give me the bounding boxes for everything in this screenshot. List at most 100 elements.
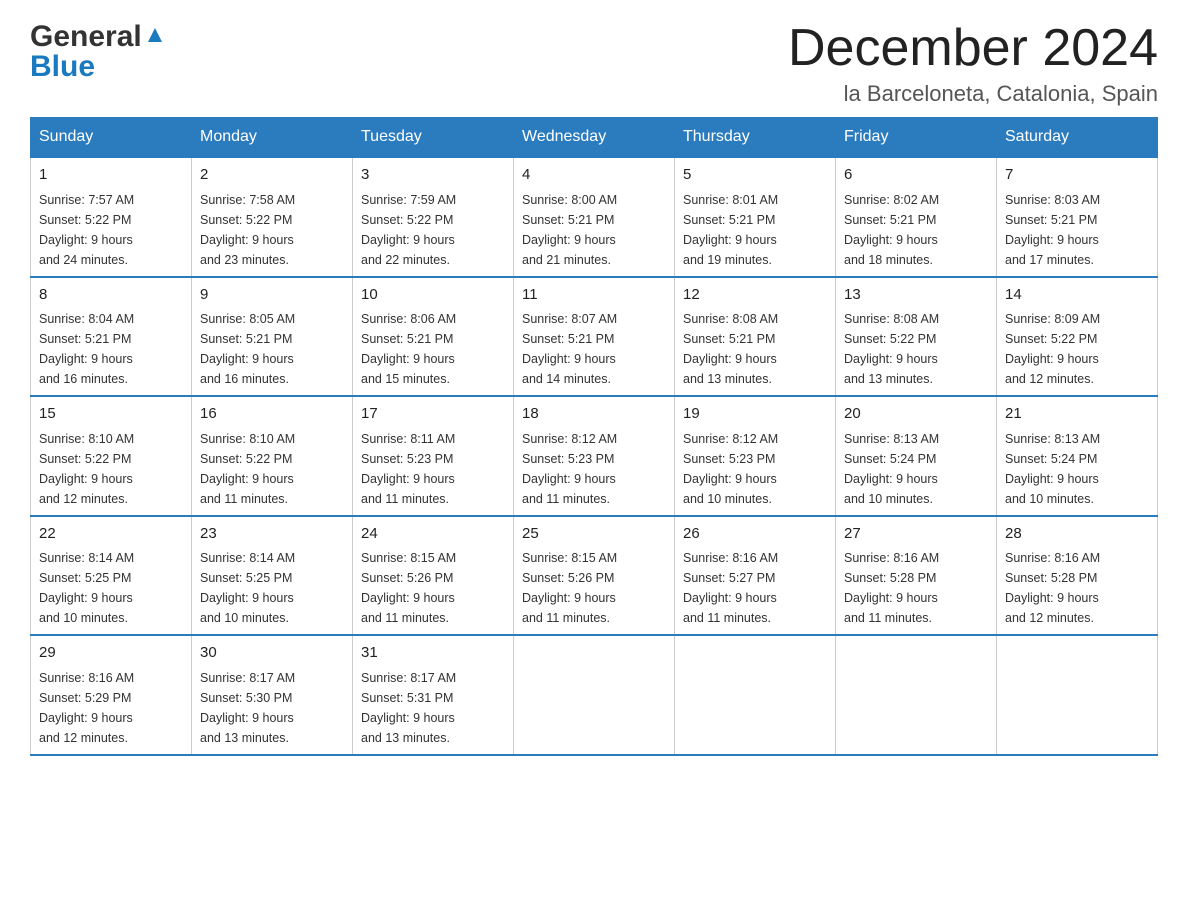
day-number: 16 <box>200 403 344 426</box>
day-info: Sunrise: 8:10 AMSunset: 5:22 PMDaylight:… <box>200 432 295 506</box>
day-info: Sunrise: 8:08 AMSunset: 5:22 PMDaylight:… <box>844 312 939 386</box>
table-row <box>997 635 1158 755</box>
day-info: Sunrise: 8:08 AMSunset: 5:21 PMDaylight:… <box>683 312 778 386</box>
day-number: 1 <box>39 164 183 187</box>
table-row: 31 Sunrise: 8:17 AMSunset: 5:31 PMDaylig… <box>353 635 514 755</box>
table-row: 10 Sunrise: 8:06 AMSunset: 5:21 PMDaylig… <box>353 277 514 397</box>
logo-general-text: General <box>30 20 142 54</box>
day-number: 4 <box>522 164 666 187</box>
day-number: 19 <box>683 403 827 426</box>
col-monday: Monday <box>192 118 353 158</box>
table-row: 1 Sunrise: 7:57 AMSunset: 5:22 PMDayligh… <box>31 157 192 277</box>
calendar-week-row: 15 Sunrise: 8:10 AMSunset: 5:22 PMDaylig… <box>31 396 1158 516</box>
col-wednesday: Wednesday <box>514 118 675 158</box>
day-info: Sunrise: 8:17 AMSunset: 5:31 PMDaylight:… <box>361 671 456 745</box>
table-row: 25 Sunrise: 8:15 AMSunset: 5:26 PMDaylig… <box>514 516 675 636</box>
day-number: 28 <box>1005 523 1149 546</box>
day-number: 31 <box>361 642 505 665</box>
table-row: 23 Sunrise: 8:14 AMSunset: 5:25 PMDaylig… <box>192 516 353 636</box>
day-info: Sunrise: 7:59 AMSunset: 5:22 PMDaylight:… <box>361 193 456 267</box>
day-info: Sunrise: 8:06 AMSunset: 5:21 PMDaylight:… <box>361 312 456 386</box>
table-row: 28 Sunrise: 8:16 AMSunset: 5:28 PMDaylig… <box>997 516 1158 636</box>
table-row: 19 Sunrise: 8:12 AMSunset: 5:23 PMDaylig… <box>675 396 836 516</box>
day-info: Sunrise: 8:15 AMSunset: 5:26 PMDaylight:… <box>361 551 456 625</box>
day-number: 10 <box>361 284 505 307</box>
table-row: 29 Sunrise: 8:16 AMSunset: 5:29 PMDaylig… <box>31 635 192 755</box>
day-number: 6 <box>844 164 988 187</box>
calendar-week-row: 8 Sunrise: 8:04 AMSunset: 5:21 PMDayligh… <box>31 277 1158 397</box>
day-number: 2 <box>200 164 344 187</box>
day-info: Sunrise: 7:57 AMSunset: 5:22 PMDaylight:… <box>39 193 134 267</box>
day-info: Sunrise: 8:13 AMSunset: 5:24 PMDaylight:… <box>1005 432 1100 506</box>
calendar-week-row: 29 Sunrise: 8:16 AMSunset: 5:29 PMDaylig… <box>31 635 1158 755</box>
day-info: Sunrise: 8:05 AMSunset: 5:21 PMDaylight:… <box>200 312 295 386</box>
table-row: 3 Sunrise: 7:59 AMSunset: 5:22 PMDayligh… <box>353 157 514 277</box>
day-number: 8 <box>39 284 183 307</box>
day-number: 17 <box>361 403 505 426</box>
day-number: 5 <box>683 164 827 187</box>
table-row: 26 Sunrise: 8:16 AMSunset: 5:27 PMDaylig… <box>675 516 836 636</box>
table-row: 27 Sunrise: 8:16 AMSunset: 5:28 PMDaylig… <box>836 516 997 636</box>
table-row: 20 Sunrise: 8:13 AMSunset: 5:24 PMDaylig… <box>836 396 997 516</box>
day-number: 3 <box>361 164 505 187</box>
col-friday: Friday <box>836 118 997 158</box>
col-saturday: Saturday <box>997 118 1158 158</box>
day-number: 27 <box>844 523 988 546</box>
day-info: Sunrise: 8:03 AMSunset: 5:21 PMDaylight:… <box>1005 193 1100 267</box>
day-number: 23 <box>200 523 344 546</box>
calendar-week-row: 22 Sunrise: 8:14 AMSunset: 5:25 PMDaylig… <box>31 516 1158 636</box>
day-number: 24 <box>361 523 505 546</box>
day-info: Sunrise: 7:58 AMSunset: 5:22 PMDaylight:… <box>200 193 295 267</box>
day-info: Sunrise: 8:16 AMSunset: 5:27 PMDaylight:… <box>683 551 778 625</box>
day-info: Sunrise: 8:16 AMSunset: 5:28 PMDaylight:… <box>844 551 939 625</box>
day-number: 15 <box>39 403 183 426</box>
calendar-subtitle: la Barceloneta, Catalonia, Spain <box>788 81 1158 107</box>
day-number: 7 <box>1005 164 1149 187</box>
day-info: Sunrise: 8:15 AMSunset: 5:26 PMDaylight:… <box>522 551 617 625</box>
table-row: 6 Sunrise: 8:02 AMSunset: 5:21 PMDayligh… <box>836 157 997 277</box>
day-info: Sunrise: 8:12 AMSunset: 5:23 PMDaylight:… <box>683 432 778 506</box>
logo-triangle-icon <box>144 24 166 46</box>
day-info: Sunrise: 8:17 AMSunset: 5:30 PMDaylight:… <box>200 671 295 745</box>
table-row: 13 Sunrise: 8:08 AMSunset: 5:22 PMDaylig… <box>836 277 997 397</box>
day-number: 29 <box>39 642 183 665</box>
day-info: Sunrise: 8:14 AMSunset: 5:25 PMDaylight:… <box>200 551 295 625</box>
day-number: 13 <box>844 284 988 307</box>
day-info: Sunrise: 8:00 AMSunset: 5:21 PMDaylight:… <box>522 193 617 267</box>
table-row: 14 Sunrise: 8:09 AMSunset: 5:22 PMDaylig… <box>997 277 1158 397</box>
day-info: Sunrise: 8:01 AMSunset: 5:21 PMDaylight:… <box>683 193 778 267</box>
calendar-week-row: 1 Sunrise: 7:57 AMSunset: 5:22 PMDayligh… <box>31 157 1158 277</box>
day-number: 14 <box>1005 284 1149 307</box>
page-container: General Blue December 2024 la Barcelonet… <box>30 20 1158 756</box>
day-number: 30 <box>200 642 344 665</box>
title-area: December 2024 la Barceloneta, Catalonia,… <box>788 20 1158 107</box>
day-info: Sunrise: 8:09 AMSunset: 5:22 PMDaylight:… <box>1005 312 1100 386</box>
calendar-table: Sunday Monday Tuesday Wednesday Thursday… <box>30 117 1158 756</box>
table-row: 7 Sunrise: 8:03 AMSunset: 5:21 PMDayligh… <box>997 157 1158 277</box>
table-row: 15 Sunrise: 8:10 AMSunset: 5:22 PMDaylig… <box>31 396 192 516</box>
day-info: Sunrise: 8:13 AMSunset: 5:24 PMDaylight:… <box>844 432 939 506</box>
logo-blue-text: Blue <box>30 50 95 84</box>
day-number: 20 <box>844 403 988 426</box>
day-info: Sunrise: 8:10 AMSunset: 5:22 PMDaylight:… <box>39 432 134 506</box>
day-number: 11 <box>522 284 666 307</box>
day-info: Sunrise: 8:07 AMSunset: 5:21 PMDaylight:… <box>522 312 617 386</box>
table-row: 21 Sunrise: 8:13 AMSunset: 5:24 PMDaylig… <box>997 396 1158 516</box>
table-row: 16 Sunrise: 8:10 AMSunset: 5:22 PMDaylig… <box>192 396 353 516</box>
logo-area: General Blue <box>30 20 166 84</box>
col-sunday: Sunday <box>31 118 192 158</box>
col-tuesday: Tuesday <box>353 118 514 158</box>
col-thursday: Thursday <box>675 118 836 158</box>
table-row: 12 Sunrise: 8:08 AMSunset: 5:21 PMDaylig… <box>675 277 836 397</box>
table-row <box>836 635 997 755</box>
day-number: 25 <box>522 523 666 546</box>
header: General Blue December 2024 la Barcelonet… <box>30 20 1158 107</box>
day-info: Sunrise: 8:04 AMSunset: 5:21 PMDaylight:… <box>39 312 134 386</box>
day-number: 26 <box>683 523 827 546</box>
table-row: 30 Sunrise: 8:17 AMSunset: 5:30 PMDaylig… <box>192 635 353 755</box>
day-info: Sunrise: 8:16 AMSunset: 5:28 PMDaylight:… <box>1005 551 1100 625</box>
day-number: 21 <box>1005 403 1149 426</box>
day-info: Sunrise: 8:12 AMSunset: 5:23 PMDaylight:… <box>522 432 617 506</box>
day-number: 22 <box>39 523 183 546</box>
day-info: Sunrise: 8:14 AMSunset: 5:25 PMDaylight:… <box>39 551 134 625</box>
